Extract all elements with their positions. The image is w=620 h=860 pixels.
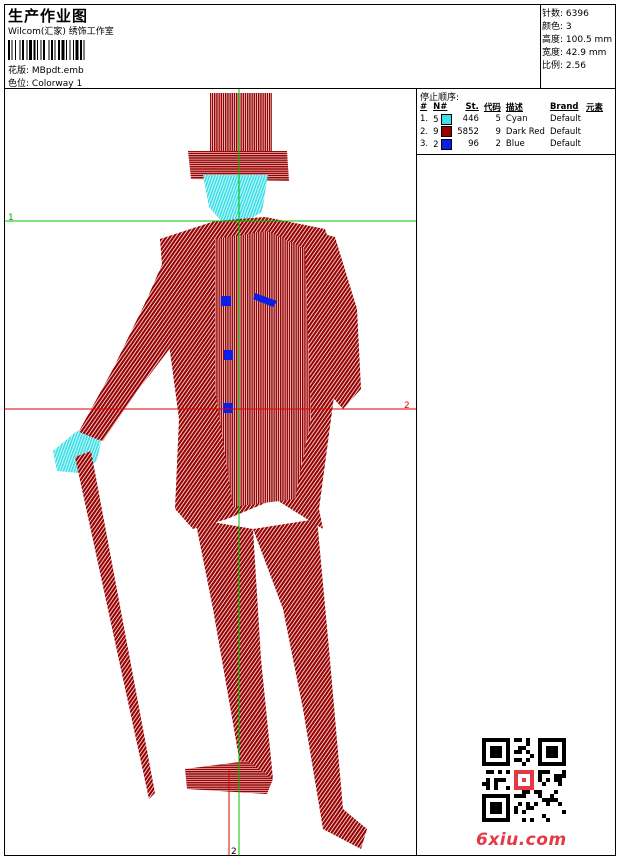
guide-label-2: 2 bbox=[404, 401, 410, 411]
colorway-value: Colorway 1 bbox=[31, 79, 83, 89]
color-row-dark-red: 2. 9 5852 9 Dark Red Default bbox=[420, 126, 581, 138]
stat-colors: 颜色: 3 bbox=[542, 22, 572, 32]
colorway-label: 色位: bbox=[8, 79, 30, 89]
guide-label-1: 1 bbox=[8, 213, 14, 223]
stats-divider bbox=[540, 4, 541, 88]
studio-name: Wilcom(汇家) 绣饰工作室 bbox=[8, 27, 114, 37]
face bbox=[203, 175, 268, 223]
color-swatch-blue bbox=[441, 138, 453, 150]
design-label: 花版: bbox=[8, 66, 30, 76]
stat-stitches: 针数: 6396 bbox=[542, 9, 589, 19]
table-divider bbox=[416, 154, 616, 155]
color-swatch-dark-red bbox=[441, 126, 453, 138]
colorway: 色位: Colorway 1 bbox=[8, 76, 82, 89]
color-row-blue: 3. 2 96 2 Blue Default bbox=[420, 138, 581, 150]
guide-label-bottom: 2 bbox=[231, 847, 237, 857]
trousers bbox=[185, 519, 367, 849]
panel-divider bbox=[416, 88, 417, 856]
color-row-cyan: 1. 5 446 5 Cyan Default bbox=[420, 113, 581, 125]
color-swatch-cyan bbox=[441, 113, 453, 125]
page-title: 生产作业图 bbox=[8, 7, 89, 25]
stat-width: 宽度: 42.9 mm bbox=[542, 48, 607, 58]
watermark-text: 6xiu.com bbox=[476, 830, 567, 850]
button-2 bbox=[224, 350, 233, 360]
barcode-icon bbox=[8, 40, 85, 60]
qr-code-icon bbox=[482, 738, 566, 822]
stat-scale: 比例: 2.56 bbox=[542, 61, 586, 71]
button-1 bbox=[221, 296, 231, 306]
embroidery-design bbox=[5, 89, 416, 855]
color-table: # N# St. 代码 描述 Brand 元素 1. 5 446 5 Cyan … bbox=[418, 101, 606, 151]
button-3 bbox=[223, 403, 233, 413]
design-value: MBpdt.emb bbox=[31, 66, 84, 76]
color-table-header: # N# St. 代码 描述 Brand 元素 bbox=[420, 102, 604, 113]
cane bbox=[75, 451, 155, 799]
design-file: 花版: MBpdt.emb bbox=[8, 63, 84, 76]
stat-height: 高度: 100.5 mm bbox=[542, 35, 613, 45]
